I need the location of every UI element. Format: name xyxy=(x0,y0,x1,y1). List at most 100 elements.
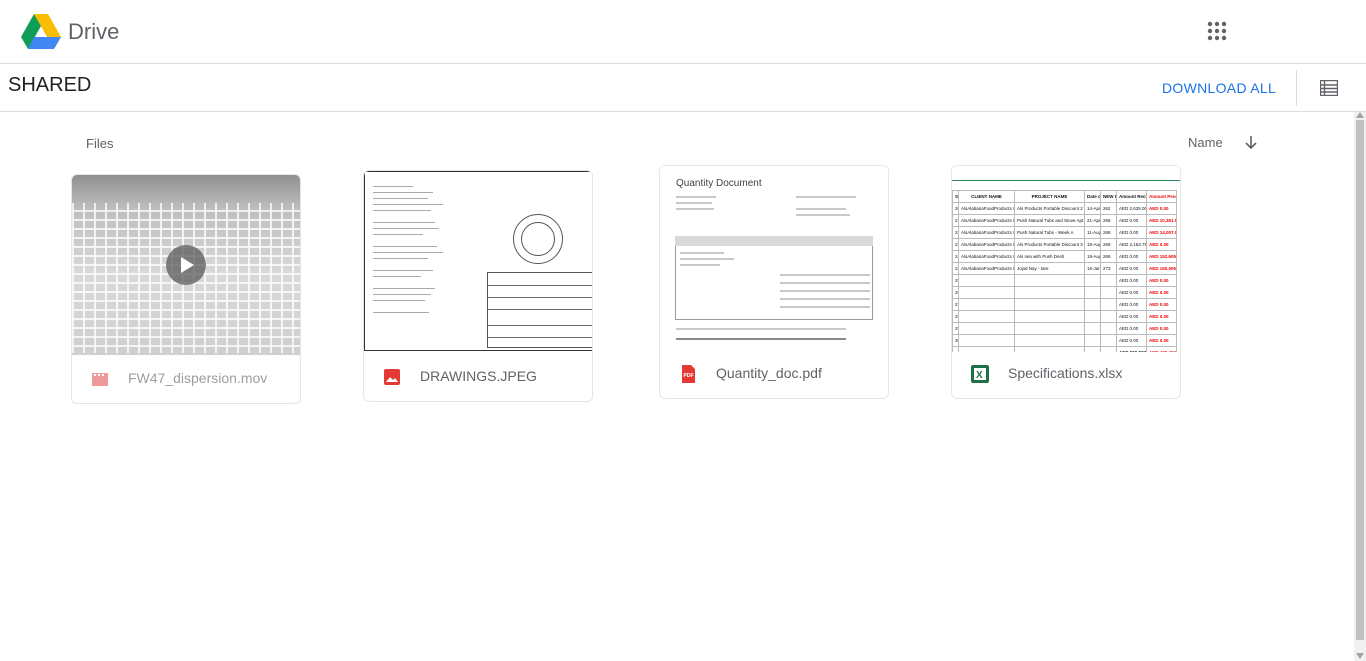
spreadsheet-cell: 19-Aug-19 xyxy=(1084,238,1101,251)
spreadsheet-preview-table: SNCLIENT NAMEPROJECT NAMEDate of Invoice… xyxy=(952,190,1177,352)
spreadsheet-cell: 262 xyxy=(1100,202,1117,215)
header-divider xyxy=(1296,70,1297,106)
file-name[interactable]: FW47_dispersion.mov xyxy=(128,370,267,386)
spreadsheet-cell: Joyal Nay - tare xyxy=(1014,262,1085,275)
spreadsheet-cell: AED 0.00 xyxy=(1146,334,1177,347)
spreadsheet-cell: 19-Aug-19 xyxy=(1084,250,1101,263)
spreadsheet-cell xyxy=(1084,274,1101,287)
arrow-down-icon[interactable] xyxy=(1244,134,1258,150)
google-drive-logo-icon[interactable] xyxy=(21,14,61,50)
spreadsheet-cell: AED 0.00 xyxy=(1116,298,1147,311)
drawing-title-block xyxy=(487,272,592,348)
spreadsheet-cell: AlsAlabanaFoodProducts Co.L.L.C xyxy=(958,202,1015,215)
spreadsheet-cell: Als Products Portable Discount 2 xyxy=(1014,202,1085,215)
file-caption: PDF Quantity_doc.pdf xyxy=(660,350,888,398)
file-card-video[interactable]: FW47_dispersion.mov xyxy=(71,174,301,404)
spreadsheet-cell xyxy=(1100,298,1117,311)
spreadsheet-cell: AED 2,625.00 xyxy=(1116,202,1147,215)
spreadsheet-header-cell: Amount Pending xyxy=(1146,190,1177,203)
spreadsheet-row: 22AlsAlabanaFoodProducts Co.L.L.CPush Na… xyxy=(952,226,1177,239)
spreadsheet-cell xyxy=(1084,298,1101,311)
image-icon xyxy=(384,369,400,385)
spreadsheet-row: 26AED 0.00AED 0.00 xyxy=(952,286,1177,299)
apps-grid-icon[interactable] xyxy=(1206,20,1228,42)
spreadsheet-row: 29AED 0.00AED 0.00 xyxy=(952,322,1177,335)
spreadsheet-cell: Als Products Portable Discount 3 xyxy=(1014,238,1085,251)
pdf-thumbnail[interactable]: Quantity Document xyxy=(660,166,888,352)
spreadsheet-cell xyxy=(1084,322,1101,335)
spreadsheet-cell: AED 152,605.25 xyxy=(1146,250,1177,263)
spreadsheet-header-cell: PROJECT NAME xyxy=(1014,190,1085,203)
file-name[interactable]: Quantity_doc.pdf xyxy=(716,365,822,381)
spreadsheet-cell: AED 0.00 xyxy=(1146,310,1177,323)
download-all-button[interactable]: DOWNLOAD ALL xyxy=(1162,80,1276,96)
spreadsheet-cell: Push Natural Tubs and Stove Apt Campaign xyxy=(1014,214,1085,227)
spreadsheet-cell xyxy=(1014,286,1085,299)
spreadsheet-row: 28AED 0.00AED 0.00 xyxy=(952,310,1177,323)
image-thumbnail[interactable] xyxy=(364,171,592,355)
spreadsheet-cell xyxy=(1014,274,1085,287)
video-thumbnail[interactable] xyxy=(72,175,300,355)
file-card-pdf[interactable]: Quantity Document PDF Quantity_doc.pdf xyxy=(659,165,889,399)
spreadsheet-cell: 21-Apr-19 xyxy=(1084,214,1101,227)
spreadsheet-header-row: SNCLIENT NAMEPROJECT NAMEDate of Invoice… xyxy=(952,190,1177,203)
spreadsheet-cell: AlsAlabanaFoodProducts Co.L.L.C xyxy=(958,226,1015,239)
spreadsheet-cell: 269 xyxy=(1100,238,1117,251)
spreadsheet-header-cell: Amount Received xyxy=(1116,190,1147,203)
svg-text:PDF: PDF xyxy=(684,373,694,379)
spreadsheet-thumbnail[interactable]: SNCLIENT NAMEPROJECT NAMEDate of Invoice… xyxy=(952,166,1180,352)
spreadsheet-row: 25AED 0.00AED 0.00 xyxy=(952,274,1177,287)
scroll-down-arrow-icon[interactable] xyxy=(1356,653,1364,659)
play-icon[interactable] xyxy=(166,245,206,285)
spreadsheet-cell xyxy=(1100,334,1117,347)
scroll-up-arrow-icon[interactable] xyxy=(1356,112,1364,118)
spreadsheet-cell xyxy=(1100,286,1117,299)
app-brand[interactable]: Drive xyxy=(68,19,119,45)
spreadsheet-cell: AED 0.00 xyxy=(1146,202,1177,215)
spreadsheet-cell xyxy=(1014,310,1085,323)
file-card-spreadsheet[interactable]: SNCLIENT NAMEPROJECT NAMEDate of Invoice… xyxy=(951,165,1181,399)
spreadsheet-cell: AED 0.00 xyxy=(1116,310,1147,323)
spreadsheet-cell: AED 10,361.50 xyxy=(1146,214,1177,227)
spreadsheet-cell: AED 0.00 xyxy=(1116,286,1147,299)
spreadsheet-cell xyxy=(958,298,1015,311)
spreadsheet-cell xyxy=(1084,286,1101,299)
spreadsheet-header-cell: CLIENT NAME xyxy=(958,190,1015,203)
spreadsheet-cell xyxy=(1014,298,1085,311)
spreadsheet-header-cell: NEW Invoice # xyxy=(1100,190,1117,203)
spreadsheet-row: 24AlsAlabanaFoodProducts Co.L.L.CJoyal N… xyxy=(952,262,1177,275)
page-title: SHARED xyxy=(8,74,92,96)
spreadsheet-cell: 265 xyxy=(1100,214,1117,227)
spreadsheet-row: 30AED 0.00AED 0.00 xyxy=(952,334,1177,347)
spreadsheet-cell xyxy=(958,322,1015,335)
file-card-image[interactable]: DRAWINGS.JPEG xyxy=(363,170,593,402)
spreadsheet-cell: Push Natural Tubs - Week A xyxy=(1014,226,1085,239)
drawing-sheet xyxy=(364,171,592,351)
drawing-inner-circle xyxy=(521,222,555,256)
spreadsheet-cell: AED 14,007.00 xyxy=(1146,226,1177,239)
spreadsheet-cell xyxy=(958,274,1015,287)
vertical-scrollbar[interactable] xyxy=(1354,112,1366,661)
spreadsheet-cell: AED 0.00 xyxy=(1146,238,1177,251)
spreadsheet-cell xyxy=(958,334,1015,347)
spreadsheet-cell: AlsAlabanaFoodProducts Co.L.L.C xyxy=(958,250,1015,263)
spreadsheet-cell: 269 xyxy=(1100,250,1117,263)
spreadsheet-cell: AED 0.00 xyxy=(1116,214,1147,227)
spreadsheet-cell: AED 0.00 xyxy=(1116,274,1147,287)
spreadsheet-cell: AED 0.00 xyxy=(1146,274,1177,287)
sort-by-name-button[interactable]: Name xyxy=(1188,135,1223,150)
spreadsheet-header-cell: Date of Invoice xyxy=(1084,190,1101,203)
file-caption: FW47_dispersion.mov xyxy=(72,355,300,403)
file-name[interactable]: DRAWINGS.JPEG xyxy=(420,368,537,384)
file-caption: DRAWINGS.JPEG xyxy=(364,353,592,401)
file-name[interactable]: Specifications.xlsx xyxy=(1008,365,1122,381)
scroll-thumb[interactable] xyxy=(1356,120,1364,640)
spreadsheet-cell: AED 150,005.75 xyxy=(1146,262,1177,275)
spreadsheet-cell xyxy=(1100,274,1117,287)
spreadsheet-cell: AlsAlabanaFoodProducts Co.L.L.C xyxy=(958,238,1015,251)
spreadsheet-cell xyxy=(1084,310,1101,323)
spreadsheet-row: 27AED 0.00AED 0.00 xyxy=(952,298,1177,311)
spreadsheet-cell: 15-Jan-19 xyxy=(1084,262,1101,275)
pdf-preview-table-header xyxy=(675,236,873,246)
list-view-icon[interactable] xyxy=(1320,80,1338,96)
